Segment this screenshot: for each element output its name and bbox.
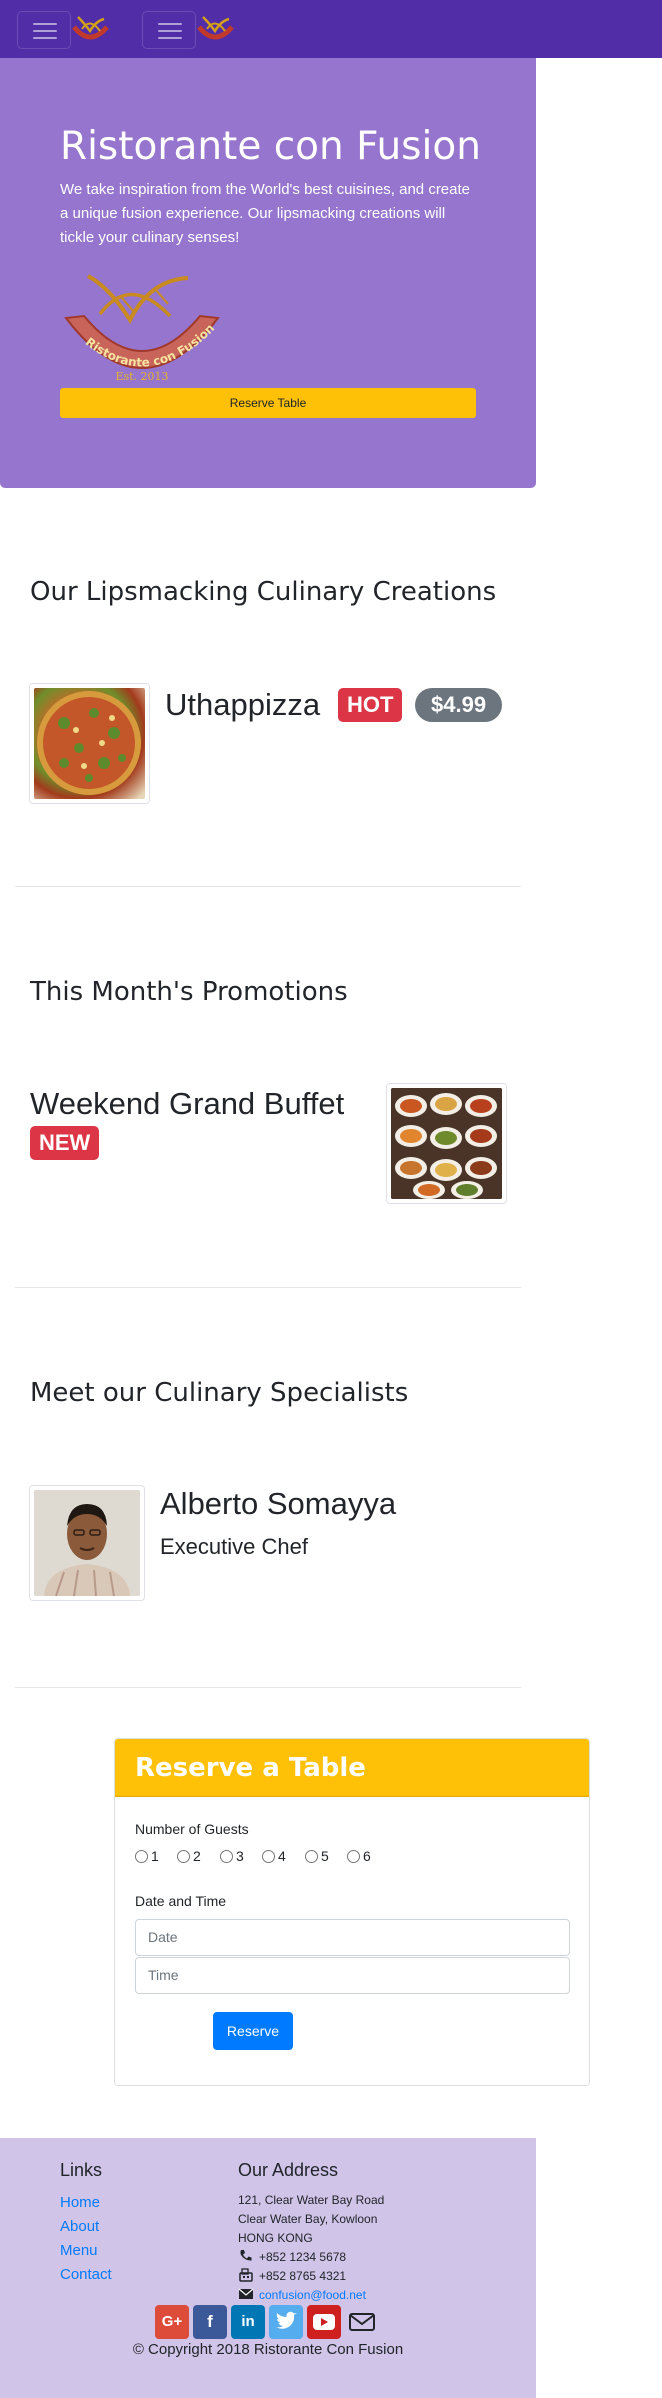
dish-section-heading: Our Lipsmacking Culinary Creations xyxy=(30,577,497,607)
date-input[interactable]: Date xyxy=(135,1919,570,1956)
specialist-section-heading: Meet our Culinary Specialists xyxy=(30,1378,409,1408)
footer-links-heading: Links xyxy=(60,2160,103,2180)
specialist-thumbnail[interactable] xyxy=(29,1485,145,1601)
phone-number: +852 1234 5678 xyxy=(259,2250,347,2264)
hot-badge: HOT xyxy=(338,688,403,722)
restaurant-logo: Ristorante con Fusion Est. 2013 xyxy=(64,274,220,383)
footer-address-heading: Our Address xyxy=(238,2160,339,2180)
specialist-title: Executive Chef xyxy=(160,1534,308,1559)
divider xyxy=(15,1287,521,1288)
fax-number: +852 8765 4321 xyxy=(259,2269,347,2283)
copyright: © Copyright 2018 Ristorante Con Fusion xyxy=(132,2341,404,2358)
jumbotron-text: We take inspiration from the World's bes… xyxy=(60,181,471,246)
reserve-table-card: Reserve a Table Number of Guests 1 2 3 4… xyxy=(114,1738,590,2086)
guests-label: Number of Guests xyxy=(135,1821,249,1837)
jumbotron: Ristorante con Fusion We take inspiratio… xyxy=(0,58,536,488)
promotion-name: Weekend Grand Buffet xyxy=(30,1086,345,1121)
footer-link-menu[interactable]: Menu xyxy=(60,2241,98,2261)
pizza-image xyxy=(34,688,145,799)
dish-thumbnail[interactable] xyxy=(29,683,150,804)
youtube-icon[interactable] xyxy=(307,2305,341,2339)
time-input[interactable]: Time xyxy=(135,1957,570,1994)
linkedin-icon[interactable]: in xyxy=(231,2305,265,2339)
specialist-name: Alberto Somayya xyxy=(160,1486,397,1521)
jumbotron-title: Ristorante con Fusion xyxy=(60,124,481,169)
menu-icon xyxy=(33,23,57,39)
buffet-image xyxy=(391,1088,502,1199)
datetime-label: Date and Time xyxy=(135,1893,227,1909)
phone-icon xyxy=(240,2250,252,2261)
price-badge: $4.99 xyxy=(415,688,503,722)
email-link[interactable]: confusion@food.net xyxy=(259,2286,366,2304)
reserve-table-button[interactable]: Reserve Table xyxy=(60,388,476,418)
divider xyxy=(15,1687,521,1688)
navbar-toggler-button[interactable] xyxy=(17,11,71,49)
brand-logo-2[interactable] xyxy=(195,13,236,45)
menu-icon xyxy=(158,23,182,39)
envelope-icon xyxy=(238,2288,254,2299)
brand-logo[interactable] xyxy=(70,13,111,45)
footer-link-contact[interactable]: Contact xyxy=(60,2265,112,2285)
dish-name: Uthappizza xyxy=(165,687,321,722)
address-line-3: HONG KONG xyxy=(238,2231,313,2245)
address-line-1: 121, Clear Water Bay Road xyxy=(238,2193,385,2207)
fax-icon xyxy=(239,2268,253,2282)
promotion-thumbnail[interactable] xyxy=(386,1083,507,1204)
chef-photo xyxy=(34,1490,140,1596)
mail-icon[interactable] xyxy=(345,2305,379,2339)
facebook-icon[interactable]: f xyxy=(193,2305,227,2339)
divider xyxy=(15,886,521,887)
navbar xyxy=(0,0,662,58)
promotion-section-heading: This Month's Promotions xyxy=(30,977,348,1007)
reserve-submit-button[interactable]: Reserve xyxy=(213,2012,293,2050)
reserve-card-header: Reserve a Table xyxy=(115,1739,589,1797)
logo-est: Est. 2013 xyxy=(115,370,168,383)
navbar-toggler-button-2[interactable] xyxy=(142,11,196,49)
footer-link-about[interactable]: About xyxy=(60,2217,99,2237)
footer-link-home[interactable]: Home xyxy=(60,2193,100,2213)
google-plus-icon[interactable]: G+ xyxy=(155,2305,189,2339)
address-line-2: Clear Water Bay, Kowloon xyxy=(238,2212,378,2226)
new-badge: NEW xyxy=(30,1126,100,1160)
twitter-icon[interactable] xyxy=(269,2305,303,2339)
